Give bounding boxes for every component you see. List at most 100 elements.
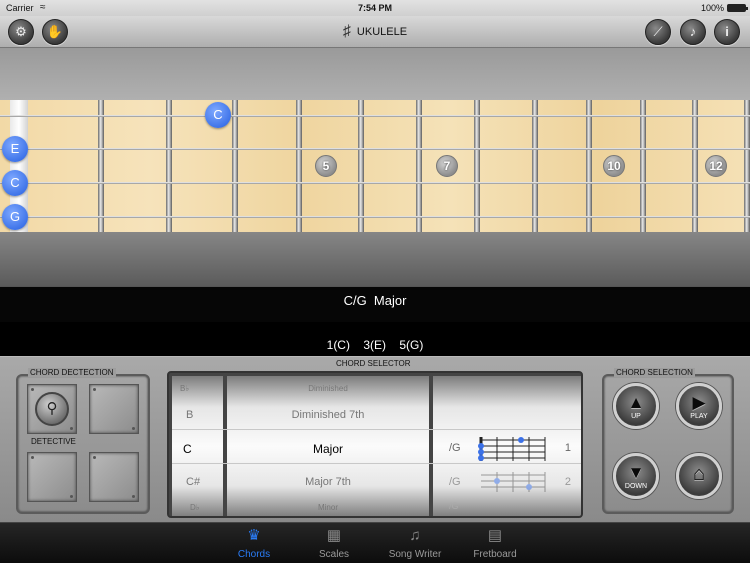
fret-wire	[416, 100, 422, 232]
app-title: ♯ UKULELE	[0, 16, 750, 48]
fret-marker-12: 12	[705, 155, 727, 177]
music-note-icon[interactable]: ♪	[680, 19, 706, 45]
quality-option[interactable]: Diminished 7th	[227, 409, 429, 421]
fret-wire	[586, 100, 592, 232]
quality-option[interactable]: Major 7th	[227, 476, 429, 488]
fret-wire	[166, 100, 172, 232]
clock: 7:54 PM	[357, 3, 392, 13]
down-button-label: DOWN	[624, 483, 648, 490]
selection-indicator-top	[172, 429, 581, 430]
fretboard-area: 5 7 10 12 C E C G	[0, 48, 750, 286]
note-dot-c[interactable]: C	[205, 102, 231, 128]
tab-chords[interactable]: ♛ Chords	[214, 523, 294, 563]
chord-display: C/G Major	[0, 286, 750, 322]
status-bar: Carrier ≈ 7:54 PM 100%	[0, 0, 750, 16]
root-option[interactable]: D♭	[172, 503, 223, 512]
interval-root: 1(C)	[326, 338, 350, 352]
fret-wire	[692, 100, 698, 232]
home-icon: ⌂	[692, 463, 706, 485]
fret-marker-5: 5	[315, 155, 337, 177]
fret-wire	[744, 100, 750, 232]
chord-selector-label: CHORD SELECTOR	[336, 359, 411, 368]
scale-grid-icon: ▦	[326, 527, 342, 544]
voicing-wheel[interactable]: /G 1 /G 2 /G	[433, 376, 581, 516]
root-option[interactable]: B♭	[172, 384, 223, 393]
guitar-icon: ♯	[342, 23, 351, 41]
tuning-fork-icon[interactable]: ⟋	[645, 19, 671, 45]
chord-selector-picker[interactable]: B♭ B C C# D♭ Diminished Diminished 7th M…	[167, 371, 583, 518]
interval-third: 3(E)	[363, 338, 386, 352]
play-button-label: PLAY	[690, 413, 708, 420]
detection-pad-3[interactable]	[27, 452, 77, 502]
info-icon[interactable]: i	[714, 19, 740, 45]
chord-name: C/G Major	[0, 293, 750, 308]
home-button[interactable]: ⌂	[676, 453, 722, 499]
tab-fretboard[interactable]: ▤ Fretboard	[455, 523, 535, 563]
open-string-c[interactable]: C	[2, 170, 28, 196]
tab-scales[interactable]: ▦ Scales	[294, 523, 374, 563]
play-button[interactable]: ▶ PLAY	[676, 383, 722, 429]
control-panel: CHORD DECTECTION ⚲ DETECTIVE CHORD SELEC…	[0, 356, 750, 522]
fret-marker-7: 7	[436, 155, 458, 177]
fretboard-icon: ▤	[487, 527, 503, 544]
chord-selection-label: CHORD SELECTION	[614, 368, 695, 377]
fret-wire	[358, 100, 364, 232]
tab-scales-label: Scales	[318, 549, 349, 560]
root-wheel[interactable]: B♭ B C C# D♭	[172, 376, 223, 516]
detective-label: DETECTIVE	[31, 437, 76, 446]
gears-icon[interactable]: ⚙	[8, 19, 34, 45]
fret-wire	[532, 100, 538, 232]
down-arrow-icon: ▼	[627, 463, 645, 482]
tab-song-writer-label: Song Writer	[388, 549, 442, 560]
fret-wire	[296, 100, 302, 232]
tab-bar: ♛ Chords ▦ Scales ♫ Song Writer ▤ Fretbo…	[0, 522, 750, 563]
selection-indicator-bottom	[172, 463, 581, 464]
tab-song-writer[interactable]: ♫ Song Writer	[375, 523, 455, 563]
hand-icon[interactable]: ✋	[42, 19, 68, 45]
string-e	[0, 148, 750, 150]
quality-wheel[interactable]: Diminished Diminished 7th Major Major 7t…	[227, 376, 429, 516]
tab-chords-label: Chords	[237, 549, 271, 560]
guitar-pick-icon: ♛	[247, 527, 261, 544]
app-title-label: UKULELE	[356, 26, 408, 38]
treble-clef-icon: ♫	[409, 527, 421, 544]
chord-quality: Major	[373, 293, 407, 308]
interval-fifth: 5(G)	[399, 338, 424, 352]
chord-detection-label: CHORD DECTECTION	[28, 368, 116, 377]
chord-symbol: C/G	[343, 293, 367, 308]
root-option[interactable]: C#	[172, 476, 223, 488]
quality-option[interactable]: Minor	[227, 503, 429, 512]
voicing-fret-number[interactable]: 1	[433, 442, 581, 454]
fret-wire	[232, 100, 238, 232]
detection-pad-2[interactable]	[89, 384, 139, 434]
up-arrow-icon: ▲	[627, 393, 645, 412]
open-string-g[interactable]: G	[2, 204, 28, 230]
detection-pad-4[interactable]	[89, 452, 139, 502]
fret-marker-10: 10	[603, 155, 625, 177]
quality-option-selected[interactable]: Major	[227, 442, 429, 456]
fret-wire	[474, 100, 480, 232]
magnifier-icon[interactable]: ⚲	[35, 392, 69, 426]
tab-fretboard-label: Fretboard	[473, 549, 517, 560]
root-option[interactable]: B	[172, 409, 223, 421]
root-option-selected[interactable]: C	[172, 442, 223, 456]
toolbar: ♯ UKULELE ⚙ ✋ ⟋ ♪ i	[0, 16, 750, 48]
fretboard[interactable]	[0, 100, 750, 232]
app-root: Carrier ≈ 7:54 PM 100% ♯ UKULELE ⚙ ✋ ⟋ ♪ …	[0, 0, 750, 563]
string-g	[0, 216, 750, 218]
battery-icon	[727, 4, 748, 12]
quality-option[interactable]: Diminished	[227, 384, 429, 393]
string-c	[0, 182, 750, 184]
voicing-fret-number[interactable]: 2	[433, 476, 581, 488]
down-button[interactable]: ▼ DOWN	[613, 453, 659, 499]
play-icon: ▶	[692, 393, 706, 412]
fret-wire	[98, 100, 104, 232]
up-button[interactable]: ▲ UP	[613, 383, 659, 429]
interval-bar: 1(C) 3(E) 5(G)	[0, 322, 750, 358]
battery-percent: 100%	[700, 3, 724, 13]
voicing-bass[interactable]: /G	[433, 501, 581, 511]
open-string-e[interactable]: E	[2, 136, 28, 162]
chord-intervals: 1(C) 3(E) 5(G)	[0, 338, 750, 352]
string-a	[0, 115, 750, 117]
fret-wire	[640, 100, 646, 232]
